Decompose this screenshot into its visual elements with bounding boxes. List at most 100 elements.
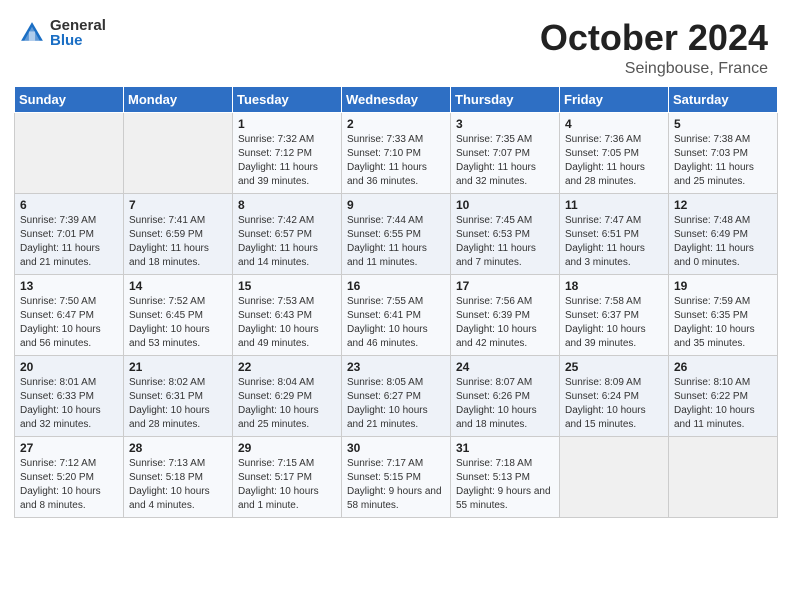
day-info: Sunrise: 7:38 AMSunset: 7:03 PMDaylight:… xyxy=(674,134,754,187)
day-info: Sunrise: 7:45 AMSunset: 6:53 PMDaylight:… xyxy=(456,215,536,268)
day-number: 7 xyxy=(129,198,227,212)
cell-week3-day3: 15 Sunrise: 7:53 AMSunset: 6:43 PMDayligh… xyxy=(233,274,342,355)
day-number: 16 xyxy=(347,279,445,293)
cell-week4-day6: 25Sunrise: 8:09 AMSunset: 6:24 PMDayligh… xyxy=(560,355,669,436)
cell-week2-day1: 6 Sunrise: 7:39 AMSunset: 7:01 PMDaylight… xyxy=(15,193,124,274)
day-info: Sunrise: 7:12 AMSunset: 5:20 PMDaylight:… xyxy=(20,458,101,511)
day-info: Sunrise: 7:15 AMSunset: 5:17 PMDaylight:… xyxy=(238,458,319,511)
col-monday: Monday xyxy=(124,86,233,112)
day-number: 14 xyxy=(129,279,227,293)
cell-week2-day3: 8 Sunrise: 7:42 AMSunset: 6:57 PMDaylight… xyxy=(233,193,342,274)
col-sunday: Sunday xyxy=(15,86,124,112)
day-number: 18 xyxy=(565,279,663,293)
logo-icon xyxy=(18,19,46,47)
cell-week3-day1: 13 Sunrise: 7:50 AMSunset: 6:47 PMDayligh… xyxy=(15,274,124,355)
day-number: 27 xyxy=(20,441,118,455)
cell-week5-day5: 31Sunrise: 7:18 AMSunset: 5:13 PMDayligh… xyxy=(451,436,560,517)
day-info: Sunrise: 7:44 AMSunset: 6:55 PMDaylight:… xyxy=(347,215,427,268)
logo-general-text: General xyxy=(50,18,106,33)
cell-week2-day5: 10 Sunrise: 7:45 AMSunset: 6:53 PMDayligh… xyxy=(451,193,560,274)
cell-week1-day7: 5Sunrise: 7:38 AMSunset: 7:03 PMDaylight… xyxy=(669,112,778,193)
day-info: Sunrise: 7:17 AMSunset: 5:15 PMDaylight:… xyxy=(347,458,442,511)
cell-week1-day5: 3Sunrise: 7:35 AMSunset: 7:07 PMDaylight… xyxy=(451,112,560,193)
day-number: 22 xyxy=(238,360,336,374)
day-number: 19 xyxy=(674,279,772,293)
day-number: 12 xyxy=(674,198,772,212)
day-info: Sunrise: 8:02 AMSunset: 6:31 PMDaylight:… xyxy=(129,377,210,430)
week-row-1: 1 Sunrise: 7:32 AMSunset: 7:12 PMDaylight… xyxy=(15,112,778,193)
day-number: 31 xyxy=(456,441,554,455)
day-number: 8 xyxy=(238,198,336,212)
day-number: 30 xyxy=(347,441,445,455)
cell-week3-day5: 17Sunrise: 7:56 AMSunset: 6:39 PMDayligh… xyxy=(451,274,560,355)
col-friday: Friday xyxy=(560,86,669,112)
day-number: 21 xyxy=(129,360,227,374)
day-info: Sunrise: 7:53 AMSunset: 6:43 PMDaylight:… xyxy=(238,296,319,349)
calendar-table: Sunday Monday Tuesday Wednesday Thursday… xyxy=(14,86,778,518)
week-row-4: 20 Sunrise: 8:01 AMSunset: 6:33 PMDayligh… xyxy=(15,355,778,436)
day-info: Sunrise: 7:56 AMSunset: 6:39 PMDaylight:… xyxy=(456,296,537,349)
calendar-header: Sunday Monday Tuesday Wednesday Thursday… xyxy=(15,86,778,112)
cell-week1-day2 xyxy=(124,112,233,193)
cell-week4-day4: 23 Sunrise: 8:05 AMSunset: 6:27 PMDayligh… xyxy=(342,355,451,436)
col-wednesday: Wednesday xyxy=(342,86,451,112)
day-info: Sunrise: 7:39 AMSunset: 7:01 PMDaylight:… xyxy=(20,215,100,268)
day-info: Sunrise: 8:04 AMSunset: 6:29 PMDaylight:… xyxy=(238,377,319,430)
day-info: Sunrise: 7:47 AMSunset: 6:51 PMDaylight:… xyxy=(565,215,645,268)
day-info: Sunrise: 7:48 AMSunset: 6:49 PMDaylight:… xyxy=(674,215,754,268)
cell-week3-day7: 19 Sunrise: 7:59 AMSunset: 6:35 PMDayligh… xyxy=(669,274,778,355)
cell-week2-day6: 11Sunrise: 7:47 AMSunset: 6:51 PMDayligh… xyxy=(560,193,669,274)
day-info: Sunrise: 8:09 AMSunset: 6:24 PMDaylight:… xyxy=(565,377,646,430)
day-number: 24 xyxy=(456,360,554,374)
day-info: Sunrise: 8:07 AMSunset: 6:26 PMDaylight:… xyxy=(456,377,537,430)
cell-week1-day4: 2Sunrise: 7:33 AMSunset: 7:10 PMDaylight… xyxy=(342,112,451,193)
calendar-body: 1 Sunrise: 7:32 AMSunset: 7:12 PMDaylight… xyxy=(15,112,778,517)
col-thursday: Thursday xyxy=(451,86,560,112)
cell-week1-day1 xyxy=(15,112,124,193)
cell-week3-day4: 16 Sunrise: 7:55 AMSunset: 6:41 PMDayligh… xyxy=(342,274,451,355)
day-info: Sunrise: 8:10 AMSunset: 6:22 PMDaylight:… xyxy=(674,377,755,430)
day-info: Sunrise: 7:42 AMSunset: 6:57 PMDaylight:… xyxy=(238,215,318,268)
cell-week3-day2: 14 Sunrise: 7:52 AMSunset: 6:45 PMDayligh… xyxy=(124,274,233,355)
day-info: Sunrise: 7:52 AMSunset: 6:45 PMDaylight:… xyxy=(129,296,210,349)
logo-blue-text: Blue xyxy=(50,33,106,48)
logo: General Blue xyxy=(18,18,106,48)
day-info: Sunrise: 7:55 AMSunset: 6:41 PMDaylight:… xyxy=(347,296,428,349)
cell-week5-day1: 27 Sunrise: 7:12 AMSunset: 5:20 PMDayligh… xyxy=(15,436,124,517)
col-saturday: Saturday xyxy=(669,86,778,112)
week-row-5: 27 Sunrise: 7:12 AMSunset: 5:20 PMDayligh… xyxy=(15,436,778,517)
cell-week4-day7: 26Sunrise: 8:10 AMSunset: 6:22 PMDayligh… xyxy=(669,355,778,436)
cell-week3-day6: 18 Sunrise: 7:58 AMSunset: 6:37 PMDayligh… xyxy=(560,274,669,355)
col-tuesday: Tuesday xyxy=(233,86,342,112)
day-info: Sunrise: 7:59 AMSunset: 6:35 PMDaylight:… xyxy=(674,296,755,349)
day-number: 6 xyxy=(20,198,118,212)
day-info: Sunrise: 7:13 AMSunset: 5:18 PMDaylight:… xyxy=(129,458,210,511)
location: Seingbouse, France xyxy=(540,60,768,78)
logo-text: General Blue xyxy=(50,18,106,48)
title-block: October 2024 Seingbouse, France xyxy=(540,18,768,78)
cell-week4-day5: 24 Sunrise: 8:07 AMSunset: 6:26 PMDayligh… xyxy=(451,355,560,436)
cell-week4-day3: 22 Sunrise: 8:04 AMSunset: 6:29 PMDayligh… xyxy=(233,355,342,436)
day-info: Sunrise: 7:50 AMSunset: 6:47 PMDaylight:… xyxy=(20,296,101,349)
day-info: Sunrise: 8:05 AMSunset: 6:27 PMDaylight:… xyxy=(347,377,428,430)
day-number: 1 xyxy=(238,117,336,131)
day-number: 10 xyxy=(456,198,554,212)
day-number: 15 xyxy=(238,279,336,293)
cell-week2-day7: 12 Sunrise: 7:48 AMSunset: 6:49 PMDayligh… xyxy=(669,193,778,274)
day-info: Sunrise: 7:35 AMSunset: 7:07 PMDaylight:… xyxy=(456,134,536,187)
day-info: Sunrise: 8:01 AMSunset: 6:33 PMDaylight:… xyxy=(20,377,101,430)
day-info: Sunrise: 7:58 AMSunset: 6:37 PMDaylight:… xyxy=(565,296,646,349)
cell-week1-day6: 4Sunrise: 7:36 AMSunset: 7:05 PMDaylight… xyxy=(560,112,669,193)
cell-week1-day3: 1 Sunrise: 7:32 AMSunset: 7:12 PMDaylight… xyxy=(233,112,342,193)
header-row: Sunday Monday Tuesday Wednesday Thursday… xyxy=(15,86,778,112)
week-row-3: 13 Sunrise: 7:50 AMSunset: 6:47 PMDayligh… xyxy=(15,274,778,355)
page: General Blue October 2024 Seingbouse, Fr… xyxy=(0,0,792,612)
day-number: 23 xyxy=(347,360,445,374)
day-number: 2 xyxy=(347,117,445,131)
day-info: Sunrise: 7:41 AMSunset: 6:59 PMDaylight:… xyxy=(129,215,209,268)
day-info: Sunrise: 7:32 AMSunset: 7:12 PMDaylight:… xyxy=(238,134,318,187)
day-number: 13 xyxy=(20,279,118,293)
cell-week5-day4: 30 Sunrise: 7:17 AMSunset: 5:15 PMDayligh… xyxy=(342,436,451,517)
day-number: 20 xyxy=(20,360,118,374)
day-number: 9 xyxy=(347,198,445,212)
